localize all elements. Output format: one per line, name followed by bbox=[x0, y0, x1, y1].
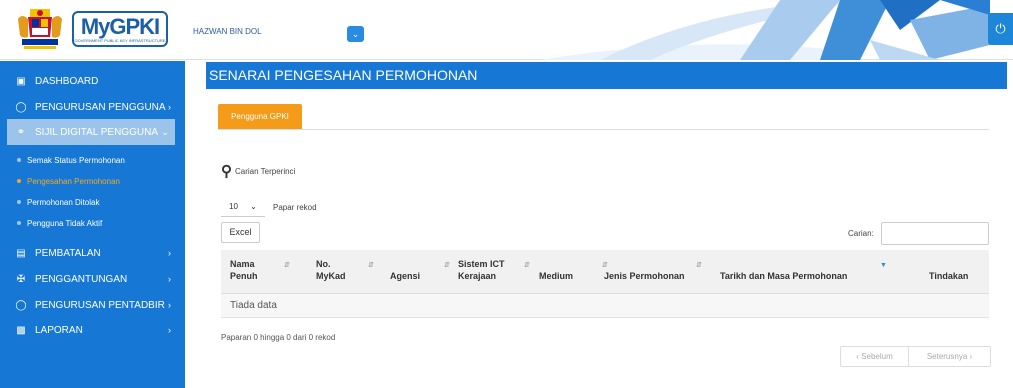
sitemap-icon: ✠ bbox=[16, 273, 26, 285]
pagination-prev-button[interactable]: ‹ Sebelum bbox=[841, 347, 909, 366]
sidebar-subitem-label: Permohonan Ditolak bbox=[27, 197, 100, 207]
mygpki-logo: MyGPKI GOVERNMENT PUBLIC KEY INFRASTRUCT… bbox=[72, 11, 168, 47]
sort-icon: ⇵ bbox=[284, 262, 290, 269]
sidebar-subitem-label: Semak Status Permohonan bbox=[27, 155, 125, 165]
sort-icon: ⇵ bbox=[524, 262, 530, 269]
chevron-down-icon: ⌄ bbox=[250, 202, 257, 211]
column-header[interactable]: No. MyKad ⇵ bbox=[316, 258, 390, 282]
chevron-right-icon: › bbox=[168, 248, 171, 258]
sidebar-item-label: LAPORAN bbox=[35, 324, 83, 336]
table-info: Paparan 0 hingga 0 dari 0 rekod bbox=[221, 333, 336, 342]
page: MyGPKI GOVERNMENT PUBLIC KEY INFRASTRUCT… bbox=[0, 0, 1013, 388]
page-length-select[interactable]: 10 ⌄ bbox=[221, 197, 265, 217]
search-label: Carian: bbox=[848, 229, 874, 238]
applications-table: Nama Penuh ⇵ No. MyKad ⇵ Agensi ⇵ Sistem… bbox=[221, 250, 989, 318]
column-header-label: Jenis Permohonan bbox=[604, 271, 685, 281]
sort-desc-icon: ▼ bbox=[880, 262, 887, 269]
user-dropdown-button[interactable]: ⌄ bbox=[347, 26, 364, 42]
table-row-empty: Tiada data bbox=[221, 294, 989, 318]
logo[interactable]: MyGPKI GOVERNMENT PUBLIC KEY INFRASTRUCT… bbox=[14, 5, 172, 53]
sidebar-subitem-label: Pengguna Tidak Aktif bbox=[27, 218, 103, 228]
search-input[interactable] bbox=[881, 222, 989, 245]
page-length-value: 10 bbox=[229, 202, 238, 211]
search-icon: ⚲ bbox=[221, 163, 232, 180]
chevron-right-icon: › bbox=[168, 102, 171, 112]
column-header-label: Tarikh dan Masa Permohonan bbox=[720, 271, 848, 281]
tab-pengguna-gpki[interactable]: Pengguna GPKI bbox=[218, 104, 302, 129]
list-icon: ▤ bbox=[16, 247, 26, 259]
sidebar-subitem-label: Pengesahan Permohonan bbox=[27, 176, 120, 186]
key-icon: ⚭ bbox=[16, 126, 26, 138]
sidebar-item-pembatalan[interactable]: ▤ PEMBATALAN › bbox=[0, 240, 185, 266]
sidebar: ▣ DASHBOARD ◯ PENGURUSAN PENGGUNA › ⚭ SI… bbox=[0, 61, 185, 388]
chevron-right-icon: › bbox=[168, 274, 171, 284]
user-name: HAZWAN BIN DOL bbox=[193, 27, 262, 36]
bullet-icon bbox=[17, 158, 21, 162]
sidebar-subitem-ditolak[interactable]: Permohonan Ditolak bbox=[17, 195, 99, 209]
bar-chart-icon: ▩ bbox=[16, 324, 26, 336]
sidebar-item-label: PEMBATALAN bbox=[35, 247, 101, 259]
logo-text: MyGPKI bbox=[80, 13, 160, 39]
advanced-search-link[interactable]: ⚲ Carian Terperinci bbox=[221, 162, 295, 180]
sidebar-item-sijil-digital[interactable]: ⚭ SIJIL DIGITAL PENGGUNA ⌄ bbox=[7, 119, 175, 145]
sort-icon: ⇵ bbox=[696, 262, 702, 269]
sidebar-item-label: DASHBOARD bbox=[35, 75, 99, 87]
logout-button[interactable]: ⏻ bbox=[988, 13, 1013, 45]
sidebar-item-label: SIJIL DIGITAL PENGGUNA bbox=[35, 126, 158, 138]
sidebar-item-label: PENGURUSAN PENTADBIR bbox=[35, 299, 165, 311]
column-header[interactable]: Sistem ICT Kerajaan ⇵ bbox=[458, 258, 540, 282]
coat-of-arms-icon bbox=[14, 7, 66, 51]
user-icon: ◯ bbox=[15, 299, 27, 311]
chevron-down-icon: ⌄ bbox=[161, 126, 169, 137]
power-icon: ⏻ bbox=[995, 21, 1006, 36]
sidebar-item-pengurusan-pengguna[interactable]: ◯ PENGURUSAN PENGGUNA › bbox=[0, 94, 185, 120]
chevron-down-icon: ⌄ bbox=[351, 29, 360, 39]
page-title: SENARAI PENGESAHAN PERMOHONAN bbox=[206, 62, 1007, 89]
column-header-label: Tindakan bbox=[929, 271, 969, 281]
bullet-icon bbox=[17, 221, 21, 225]
sort-icon: ⇵ bbox=[444, 262, 450, 269]
table-header: Nama Penuh ⇵ No. MyKad ⇵ Agensi ⇵ Sistem… bbox=[221, 250, 989, 294]
sidebar-item-pengurusan-pentadbir[interactable]: ◯ PENGURUSAN PENTADBIR › bbox=[0, 292, 185, 318]
top-header: MyGPKI GOVERNMENT PUBLIC KEY INFRASTRUCT… bbox=[0, 0, 1013, 60]
column-header-label: Nama Penuh bbox=[230, 259, 258, 281]
column-header[interactable]: Nama Penuh ⇵ bbox=[230, 258, 302, 282]
sidebar-item-label: PENGURUSAN PENGGUNA bbox=[35, 101, 166, 113]
sidebar-subitem-tidak-aktif[interactable]: Pengguna Tidak Aktif bbox=[17, 216, 102, 230]
sidebar-item-penggantungan[interactable]: ✠ PENGGANTUNGAN › bbox=[0, 266, 185, 292]
logo-subtitle: GOVERNMENT PUBLIC KEY INFRASTRUCTURE bbox=[74, 37, 166, 43]
excel-export-button[interactable]: Excel bbox=[221, 222, 260, 243]
monitor-icon: ▣ bbox=[16, 75, 26, 87]
pagination: ‹ Sebelum Seterusnya › bbox=[840, 346, 991, 367]
page-length-label: Papar rekod bbox=[273, 203, 317, 212]
chevron-right-icon: › bbox=[168, 300, 171, 310]
advanced-search-label: Carian Terperinci bbox=[235, 166, 296, 176]
column-header: Tindakan bbox=[929, 270, 984, 282]
sidebar-item-label: PENGGANTUNGAN bbox=[35, 273, 128, 285]
column-header[interactable]: Agensi ⇵ bbox=[390, 262, 460, 282]
bullet-icon bbox=[17, 179, 21, 183]
column-header[interactable]: Jenis Permohonan ⇵ bbox=[604, 262, 707, 282]
sidebar-item-laporan[interactable]: ▩ LAPORAN › bbox=[0, 317, 185, 343]
tab-divider bbox=[218, 129, 989, 130]
sidebar-subitem-semak-status[interactable]: Semak Status Permohonan bbox=[17, 153, 125, 167]
sidebar-item-dashboard[interactable]: ▣ DASHBOARD bbox=[0, 68, 185, 94]
sort-icon: ⇵ bbox=[368, 262, 374, 269]
column-header-label: Sistem ICT Kerajaan bbox=[458, 259, 505, 281]
user-icon: ◯ bbox=[15, 101, 27, 113]
column-header[interactable]: Medium ⇵ bbox=[539, 262, 613, 282]
column-header-label: No. MyKad bbox=[316, 259, 346, 281]
bullet-icon bbox=[17, 200, 21, 204]
chevron-right-icon: › bbox=[168, 325, 171, 335]
header-banner-graphic bbox=[540, 0, 990, 60]
sidebar-subitem-pengesahan[interactable]: Pengesahan Permohonan bbox=[17, 174, 120, 188]
pagination-next-button[interactable]: Seterusnya › bbox=[909, 347, 990, 366]
column-header[interactable]: Tarikh dan Masa Permohonan ▼ bbox=[720, 262, 892, 282]
